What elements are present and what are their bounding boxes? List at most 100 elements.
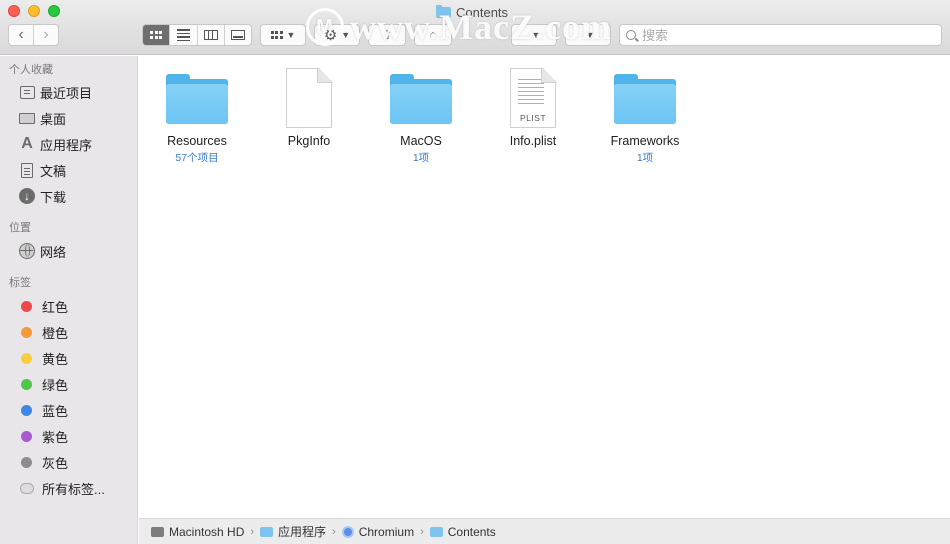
- chevron-left-icon: ‹: [18, 26, 24, 43]
- tag-color-dot: [21, 404, 32, 416]
- folder-icon: [390, 74, 452, 124]
- sidebar-item-label: 橙色: [42, 325, 69, 341]
- share-button[interactable]: ⇧: [368, 24, 406, 46]
- chromium-icon: [341, 525, 354, 538]
- search-field[interactable]: [619, 24, 942, 46]
- window-title: Contents: [436, 4, 508, 20]
- file-name: Info.plist: [509, 134, 557, 148]
- sidebar-item-recents[interactable]: 最近项目: [0, 80, 137, 104]
- minimize-window-button[interactable]: [28, 5, 40, 17]
- folder-icon: [614, 74, 676, 124]
- path-item-applications[interactable]: 应用程序: [260, 523, 326, 540]
- sidebar-tag-blue[interactable]: 蓝色: [0, 398, 137, 422]
- sidebar-tag-gray[interactable]: 灰色: [0, 450, 137, 474]
- tag-color-dot: [21, 456, 32, 468]
- share-icon: ⇧: [381, 28, 393, 42]
- sidebar-tag-orange[interactable]: 橙色: [0, 320, 137, 344]
- gallery-view-button[interactable]: [223, 25, 251, 45]
- sidebar-item-applications[interactable]: A 应用程序: [0, 132, 137, 156]
- document-icon: [21, 162, 33, 178]
- path-item-label: 应用程序: [278, 525, 327, 539]
- sidebar-item-label: 网络: [40, 244, 67, 260]
- zoom-window-button[interactable]: [48, 5, 60, 17]
- edit-tags-button[interactable]: ⌂: [414, 24, 452, 46]
- close-window-button[interactable]: [8, 5, 20, 17]
- sidebar-item-network[interactable]: 网络: [0, 239, 137, 263]
- tags-header: 标签: [9, 277, 31, 289]
- sidebar-item-label: 红色: [42, 299, 69, 315]
- path-separator: ›: [420, 525, 424, 538]
- column-view-icon: [203, 30, 218, 40]
- sidebar-item-label: 下载: [40, 189, 67, 205]
- tag-color-dot: [21, 326, 32, 338]
- sidebar-item-label: 桌面: [40, 111, 67, 127]
- chevron-down-icon: ▼: [341, 30, 351, 40]
- list-view-icon: [176, 29, 190, 41]
- file-name: MacOS: [400, 134, 442, 148]
- tag-color-dot: [21, 300, 32, 312]
- path-separator: ›: [332, 525, 336, 538]
- file-item-count: 1项: [412, 152, 430, 164]
- column-view-button[interactable]: [196, 25, 224, 45]
- sidebar-tag-red[interactable]: 红色: [0, 294, 137, 318]
- file-name: Frameworks: [610, 134, 680, 148]
- group-by-button[interactable]: ▼: [260, 24, 306, 46]
- group-icon: [270, 31, 283, 39]
- path-item-label: Chromium: [358, 524, 415, 539]
- view-mode-selector: [142, 24, 252, 46]
- desktop-icon: [19, 112, 35, 124]
- path-separator: ›: [250, 525, 255, 538]
- file-item-pkginfo[interactable]: PkgInfo: [253, 64, 365, 148]
- file-name: Resources: [167, 134, 227, 148]
- sidebar-item-label: 文稿: [40, 163, 67, 179]
- back-button[interactable]: ‹: [9, 25, 33, 45]
- file-item-macos[interactable]: MacOS 1项: [365, 64, 477, 165]
- icon-view-icon: [150, 31, 163, 39]
- forward-button[interactable]: ›: [33, 25, 58, 45]
- dropbox-button[interactable]: ▼: [511, 24, 557, 46]
- sidebar-item-label: 紫色: [42, 429, 69, 445]
- sidebar-item-label: 绿色: [42, 377, 69, 393]
- extra-toolbar-button[interactable]: ▼: [565, 24, 611, 46]
- file-item-frameworks[interactable]: Frameworks 1项: [589, 64, 701, 165]
- path-item-label: Macintosh HD: [169, 524, 245, 539]
- navigation-buttons: ‹ ›: [8, 24, 59, 46]
- path-item-macintosh-hd[interactable]: Macintosh HD: [151, 525, 244, 539]
- file-item-count: 57个项目: [175, 152, 219, 164]
- plist-document-icon: PLIST: [510, 68, 556, 128]
- sidebar-item-downloads[interactable]: ↓ 下载: [0, 184, 137, 208]
- gear-icon: ⚙: [323, 27, 338, 44]
- list-view-button[interactable]: [169, 25, 196, 45]
- sidebar-item-label: 所有标签...: [42, 481, 105, 497]
- hard-drive-icon: [151, 526, 164, 537]
- chevron-down-icon: ▼: [585, 30, 595, 40]
- sidebar-tag-yellow[interactable]: 黄色: [0, 346, 137, 370]
- gallery-view-icon: [230, 30, 245, 40]
- search-input[interactable]: [642, 27, 922, 43]
- sidebar-tag-all[interactable]: 所有标签...: [0, 476, 137, 500]
- path-bar: Macintosh HD › 应用程序 › Chromium › Content…: [139, 518, 950, 544]
- path-item-chromium[interactable]: Chromium: [341, 524, 415, 539]
- search-icon: [626, 30, 636, 40]
- recent-icon: [19, 85, 35, 99]
- path-item-contents[interactable]: Contents: [429, 525, 496, 539]
- tag-color-dot: [21, 378, 32, 390]
- sidebar-tag-purple[interactable]: 紫色: [0, 424, 137, 448]
- chevron-down-icon: ▼: [531, 30, 541, 40]
- sidebar-item-label: 黄色: [42, 351, 69, 367]
- sidebar-item-desktop[interactable]: 桌面: [0, 106, 137, 130]
- tag-color-dot: [21, 352, 32, 364]
- sidebar-item-documents[interactable]: 文稿: [0, 158, 137, 182]
- icon-view-button[interactable]: [143, 25, 170, 45]
- applications-icon: A: [21, 135, 33, 152]
- window-title-text: Contents: [456, 4, 509, 20]
- sidebar-tag-green[interactable]: 绿色: [0, 372, 137, 396]
- sidebar-item-label: 蓝色: [42, 403, 69, 419]
- file-item-info-plist[interactable]: PLIST Info.plist: [477, 64, 589, 148]
- favorites-header: 个人收藏: [9, 64, 53, 76]
- document-icon: [286, 68, 332, 128]
- tag-color-dot: [21, 430, 32, 442]
- file-item-resources[interactable]: Resources 57个项目: [141, 64, 253, 165]
- plist-badge: PLIST: [519, 113, 547, 123]
- action-menu-button[interactable]: ⚙ ▼: [314, 24, 360, 46]
